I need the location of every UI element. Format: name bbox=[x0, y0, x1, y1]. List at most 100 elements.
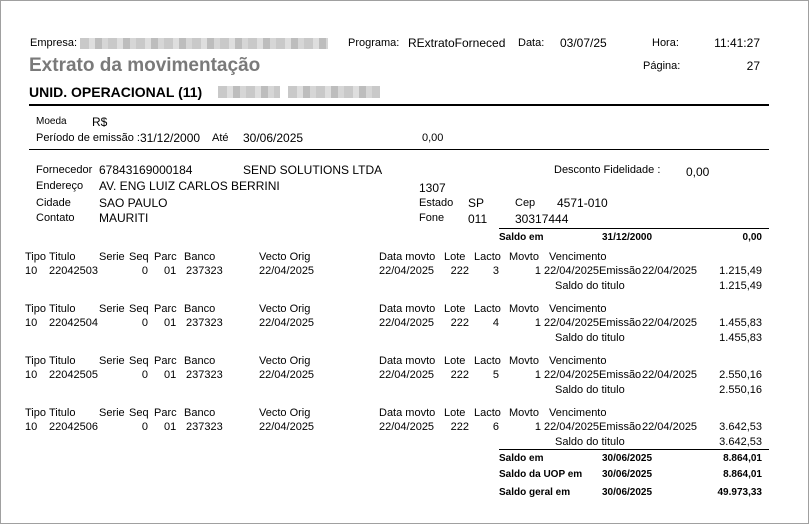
entry-banco: 237323 bbox=[186, 369, 223, 381]
entry-titulo: 22042505 bbox=[49, 369, 98, 381]
entry-emissao-label: Emissão bbox=[599, 265, 642, 277]
saldo-titulo-value: 1.455,83 bbox=[719, 332, 762, 344]
column-header-seq: Seq bbox=[129, 407, 149, 419]
entry-emissao-label: Emissão bbox=[599, 421, 642, 433]
divider bbox=[499, 228, 769, 229]
entry-parc: 01 bbox=[164, 369, 177, 381]
column-header-lote: Lote bbox=[444, 251, 466, 263]
column-header-banco: Banco bbox=[184, 251, 216, 263]
column-header-movto: Movto bbox=[509, 355, 539, 367]
column-header-parc: Parc bbox=[154, 407, 177, 419]
entry-banco: 237323 bbox=[186, 265, 223, 277]
entry-lote: 222 bbox=[450, 317, 469, 329]
redacted-unit-1 bbox=[218, 86, 280, 98]
total-label: Saldo geral em bbox=[499, 487, 571, 498]
pagina-label: Página: bbox=[643, 60, 681, 72]
entry-data-movto: 22/04/2025 bbox=[379, 369, 435, 381]
fornecedor-code: 67843169000184 bbox=[99, 163, 193, 177]
fone-ddd: 011 bbox=[468, 212, 488, 226]
entry-vecto-orig: 22/04/2025 bbox=[259, 369, 315, 381]
entry-lacto: 5 bbox=[492, 369, 499, 381]
entry-seq: 0 bbox=[141, 421, 148, 433]
cidade-label: Cidade bbox=[36, 197, 71, 209]
column-header-vecto-orig: Vecto Orig bbox=[259, 303, 311, 315]
column-header-tipo: Tipo bbox=[25, 355, 46, 367]
entry-titulo: 22042506 bbox=[49, 421, 98, 433]
column-header-lote: Lote bbox=[444, 303, 466, 315]
fornecedor-name: SEND SOLUTIONS LTDA bbox=[243, 163, 383, 177]
total-label: Saldo da UOP em bbox=[499, 469, 583, 480]
total-date: 30/06/2025 bbox=[602, 469, 653, 480]
entry-lote: 222 bbox=[450, 369, 469, 381]
programa-value: RExtratoForneced bbox=[408, 36, 506, 50]
column-header-data-movto: Data movto bbox=[379, 303, 436, 315]
total-value: 8.864,01 bbox=[723, 469, 762, 480]
redacted-unit-2 bbox=[288, 86, 380, 98]
entry-lote: 222 bbox=[450, 265, 469, 277]
entry-seq: 0 bbox=[141, 265, 148, 277]
entry-lacto: 4 bbox=[492, 317, 499, 329]
total-date: 30/06/2025 bbox=[602, 453, 653, 464]
hora-value: 11:41:27 bbox=[714, 36, 760, 50]
saldo-titulo-label: Saldo do titulo bbox=[555, 384, 625, 396]
entry-valor: 1.215,49 bbox=[719, 265, 762, 277]
column-header-serie: Serie bbox=[99, 355, 125, 367]
moeda-value: R$ bbox=[92, 115, 108, 129]
entry-seq: 0 bbox=[141, 369, 148, 381]
entry-emissao: 22/04/2025 bbox=[642, 421, 698, 433]
fone-number: 30317444 bbox=[515, 212, 569, 226]
entry-vecto-orig: 22/04/2025 bbox=[259, 265, 315, 277]
entry-vencimento: 22/04/2025 bbox=[544, 317, 600, 329]
entry-emissao: 22/04/2025 bbox=[642, 317, 698, 329]
entry-emissao-label: Emissão bbox=[599, 317, 642, 329]
column-header-seq: Seq bbox=[129, 303, 149, 315]
saldo-inicial-date: 31/12/2000 bbox=[602, 232, 653, 243]
entry-tipo: 10 bbox=[25, 317, 38, 329]
entry-vencimento: 22/04/2025 bbox=[544, 421, 600, 433]
divider bbox=[29, 149, 769, 150]
entry-data-movto: 22/04/2025 bbox=[379, 265, 435, 277]
fornecedor-label: Fornecedor bbox=[36, 164, 93, 176]
column-header-tipo: Tipo bbox=[25, 407, 46, 419]
divider bbox=[29, 104, 769, 106]
entry-movto: 1 bbox=[534, 265, 541, 277]
entry-lote: 222 bbox=[450, 421, 469, 433]
entry-banco: 237323 bbox=[186, 317, 223, 329]
saldo-titulo-value: 2.550,16 bbox=[719, 384, 762, 396]
ate-label: Até bbox=[212, 132, 229, 144]
column-header-vencimento: Vencimento bbox=[549, 407, 607, 419]
total-label: Saldo em bbox=[499, 453, 544, 464]
contato-value: MAURITI bbox=[99, 211, 149, 225]
entry-parc: 01 bbox=[164, 421, 177, 433]
period-value: 0,00 bbox=[422, 132, 444, 144]
column-header-lacto: Lacto bbox=[474, 251, 501, 263]
saldo-inicial-label: Saldo em bbox=[499, 232, 544, 243]
entry-emissao: 22/04/2025 bbox=[642, 369, 698, 381]
periodo-end: 30/06/2025 bbox=[243, 131, 304, 145]
column-header-lote: Lote bbox=[444, 355, 466, 367]
entry-lacto: 3 bbox=[492, 265, 499, 277]
column-header-titulo: Titulo bbox=[49, 303, 76, 315]
unit-label: UNID. OPERACIONAL (11) bbox=[29, 84, 203, 100]
endereco-numero: 1307 bbox=[419, 181, 446, 195]
total-value: 8.864,01 bbox=[723, 453, 762, 464]
redacted-empresa bbox=[80, 38, 328, 49]
divider bbox=[499, 449, 769, 450]
endereco-label: Endereço bbox=[36, 180, 84, 192]
entry-parc: 01 bbox=[164, 317, 177, 329]
entry-parc: 01 bbox=[164, 265, 177, 277]
periodo-label: Período de emissão : bbox=[36, 132, 140, 144]
entry-movto: 1 bbox=[534, 317, 541, 329]
column-header-vencimento: Vencimento bbox=[549, 303, 607, 315]
entry-movto: 1 bbox=[534, 421, 541, 433]
column-header-parc: Parc bbox=[154, 251, 177, 263]
endereco-value: AV. ENG LUIZ CARLOS BERRINI bbox=[99, 179, 280, 193]
entry-tipo: 10 bbox=[25, 369, 38, 381]
entry-emissao: 22/04/2025 bbox=[642, 265, 698, 277]
page-title: Extrato da movimentação bbox=[29, 55, 261, 76]
entry-data-movto: 22/04/2025 bbox=[379, 421, 435, 433]
column-header-vecto-orig: Vecto Orig bbox=[259, 251, 311, 263]
entry-tipo: 10 bbox=[25, 421, 38, 433]
entry-movto: 1 bbox=[534, 369, 541, 381]
fone-label: Fone bbox=[419, 212, 445, 224]
